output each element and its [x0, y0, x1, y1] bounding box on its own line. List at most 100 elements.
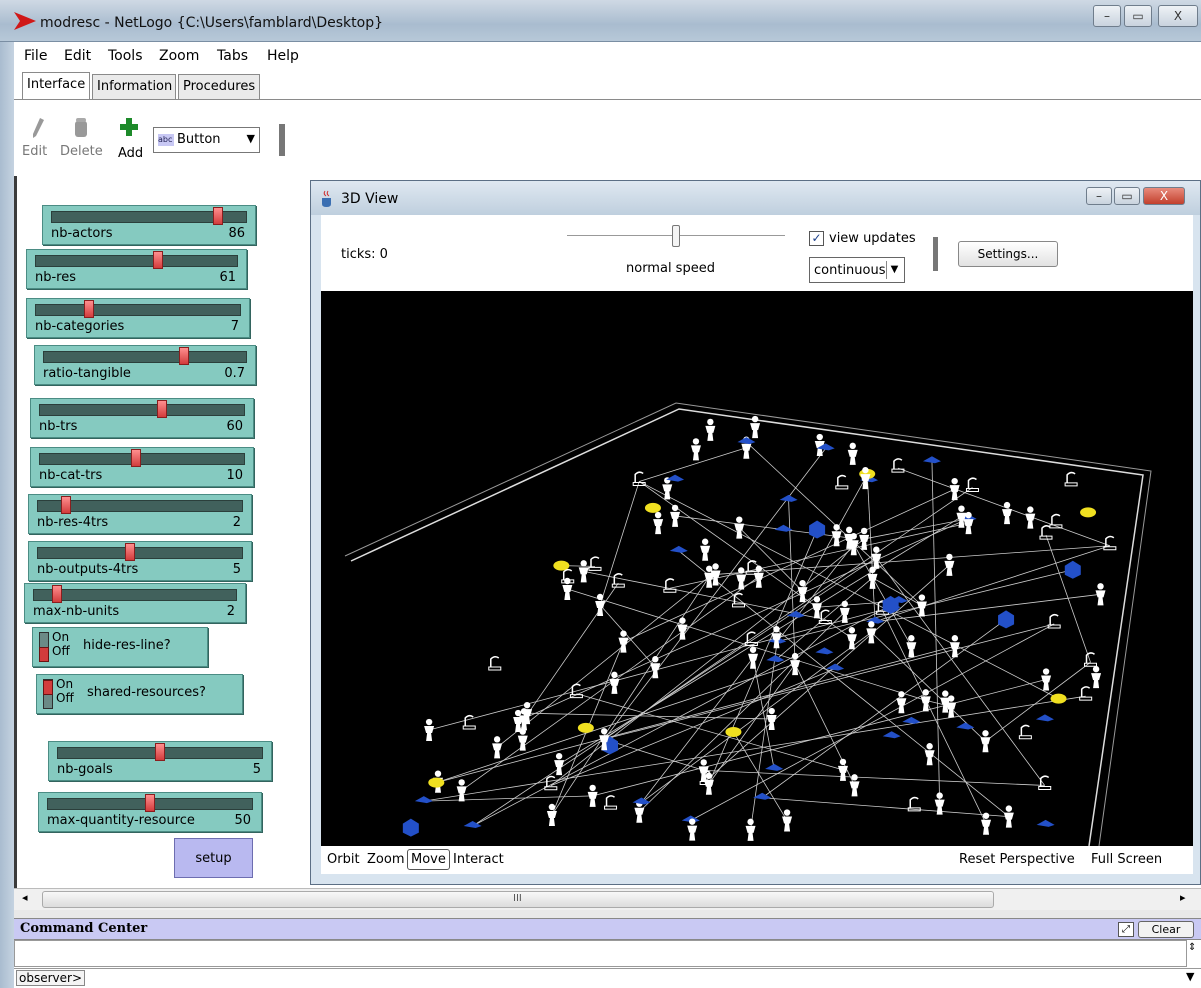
slider-handle[interactable]	[52, 585, 62, 603]
view3d-maximize-button[interactable]: ▭	[1114, 187, 1140, 205]
slider-nb-goals[interactable]: nb-goals 5	[48, 741, 272, 781]
link-line	[703, 769, 1045, 786]
slider-max-nb-units[interactable]: max-nb-units 2	[24, 583, 246, 623]
command-output[interactable]	[14, 940, 1187, 967]
world-scene	[344, 402, 1152, 846]
clear-button[interactable]: Clear	[1138, 921, 1194, 938]
slider-handle[interactable]	[61, 496, 71, 514]
mode-zoom[interactable]: Zoom	[367, 852, 404, 867]
slider-track[interactable]	[43, 351, 247, 363]
menu-tools[interactable]: Tools	[108, 48, 143, 64]
link-line	[882, 610, 987, 824]
view3d-minimize-button[interactable]: –	[1086, 187, 1112, 205]
scrollbar-thumb[interactable]: III	[42, 891, 994, 908]
add-tool[interactable]: Add	[114, 118, 148, 161]
menu-file[interactable]: File	[24, 48, 47, 64]
speed-slider-handle[interactable]	[672, 225, 680, 247]
output-scroll-icon[interactable]: ⇕	[1188, 942, 1196, 953]
slider-track[interactable]	[35, 255, 238, 267]
minimize-button[interactable]: –	[1093, 5, 1121, 27]
view3d-close-button[interactable]: X	[1143, 187, 1185, 205]
goal-agent	[1080, 507, 1097, 518]
slider-track[interactable]	[33, 589, 237, 601]
delete-tool[interactable]: Delete	[58, 118, 110, 160]
slider-nb-categories[interactable]: nb-categories 7	[26, 298, 250, 338]
toolbar-separator	[279, 124, 285, 156]
widget-badge: abc	[158, 134, 174, 146]
reset-perspective-button[interactable]: Reset Perspective	[959, 852, 1075, 867]
slider-track[interactable]	[39, 404, 245, 416]
view-updates-checkbox[interactable]: ✓	[809, 231, 824, 246]
person-agent	[1025, 506, 1036, 529]
slider-nb-res[interactable]: nb-res 61	[26, 249, 247, 289]
slider-handle[interactable]	[179, 347, 189, 365]
slider-nb-trs[interactable]: nb-trs 60	[30, 398, 254, 438]
command-input[interactable]	[88, 970, 1184, 986]
menu-zoom[interactable]: Zoom	[159, 48, 199, 64]
slider-handle[interactable]	[84, 300, 94, 318]
mode-interact[interactable]: Interact	[453, 852, 504, 867]
terminal-agent	[611, 573, 625, 588]
menu-tabs[interactable]: Tabs	[217, 48, 248, 64]
slider-nb-actors[interactable]: nb-actors 86	[42, 205, 256, 245]
slider-handle[interactable]	[157, 400, 167, 418]
slider-nb-outputs-4trs[interactable]: nb-outputs-4trs 5	[28, 541, 252, 581]
switch-hide-res-line[interactable]: On Off hide-res-line?	[32, 627, 208, 667]
menu-help[interactable]: Help	[267, 48, 299, 64]
link-line	[690, 623, 1055, 821]
chevron-down-icon: ▼	[246, 132, 255, 145]
widget-type-select[interactable]: abc Button ▼	[153, 127, 260, 153]
switch-knob[interactable]	[39, 647, 49, 662]
menu-edit[interactable]: Edit	[64, 48, 91, 64]
slider-track[interactable]	[39, 453, 245, 465]
slider-nb-cat-trs[interactable]: nb-cat-trs 10	[30, 447, 254, 487]
switch-shared-resources[interactable]: On Off shared-resources?	[36, 674, 243, 714]
settings-button[interactable]: Settings...	[958, 241, 1058, 267]
link-line	[762, 797, 1009, 818]
tab-interface[interactable]: Interface	[22, 72, 90, 100]
window-titlebar: modresc - NetLogo {C:\Users\famblard\Des…	[0, 0, 1201, 42]
mode-orbit[interactable]: Orbit	[327, 852, 360, 867]
slider-handle[interactable]	[153, 251, 163, 269]
switch-track[interactable]	[43, 679, 53, 709]
slider-max-quantity-resource[interactable]: max-quantity-resource 50	[38, 792, 262, 832]
slider-label: max-nb-units	[33, 604, 120, 619]
scroll-left-icon[interactable]: ◂	[22, 891, 28, 904]
expand-icon[interactable]: ⤢	[1118, 922, 1134, 937]
goal-agent	[725, 726, 742, 737]
splitter[interactable]	[14, 910, 1201, 918]
close-button[interactable]: X	[1158, 5, 1198, 27]
switch-track[interactable]	[39, 632, 49, 662]
command-input-row: observer> ▼	[14, 968, 1201, 988]
slider-handle[interactable]	[213, 207, 223, 225]
horizontal-scrollbar[interactable]: ◂ III ▸	[14, 888, 1201, 910]
setup-button[interactable]: setup	[174, 838, 253, 878]
slider-ratio-tangible[interactable]: ratio-tangible 0.7	[34, 345, 256, 385]
observer-prompt[interactable]: observer>	[16, 970, 85, 986]
person-agent	[562, 577, 573, 601]
tab-information[interactable]: Information	[92, 74, 176, 100]
terminal-agent	[488, 656, 502, 671]
switch-knob[interactable]	[43, 680, 53, 695]
slider-track[interactable]	[35, 304, 241, 316]
slider-handle[interactable]	[131, 449, 141, 467]
tab-procedures[interactable]: Procedures	[178, 74, 260, 100]
full-screen-button[interactable]: Full Screen	[1091, 852, 1162, 867]
person-agent	[924, 743, 935, 766]
slider-track[interactable]	[37, 547, 243, 559]
switch-off-label: Off	[52, 644, 70, 658]
goal-agent	[577, 722, 594, 733]
scroll-right-icon[interactable]: ▸	[1180, 891, 1186, 904]
person-agent	[1002, 501, 1013, 525]
edit-tool[interactable]: Edit	[20, 118, 56, 160]
person-agent	[609, 671, 620, 694]
maximize-button[interactable]: ▭	[1124, 5, 1152, 27]
slider-handle[interactable]	[125, 543, 135, 561]
chevron-down-icon[interactable]: ▼	[1186, 970, 1194, 983]
slider-handle[interactable]	[155, 743, 165, 761]
update-mode-select[interactable]: continuous ▼	[809, 257, 905, 283]
slider-handle[interactable]	[145, 794, 155, 812]
mode-move[interactable]: Move	[407, 849, 450, 870]
slider-nb-res-4trs[interactable]: nb-res-4trs 2	[28, 494, 252, 534]
world-3d-view[interactable]	[321, 291, 1193, 846]
